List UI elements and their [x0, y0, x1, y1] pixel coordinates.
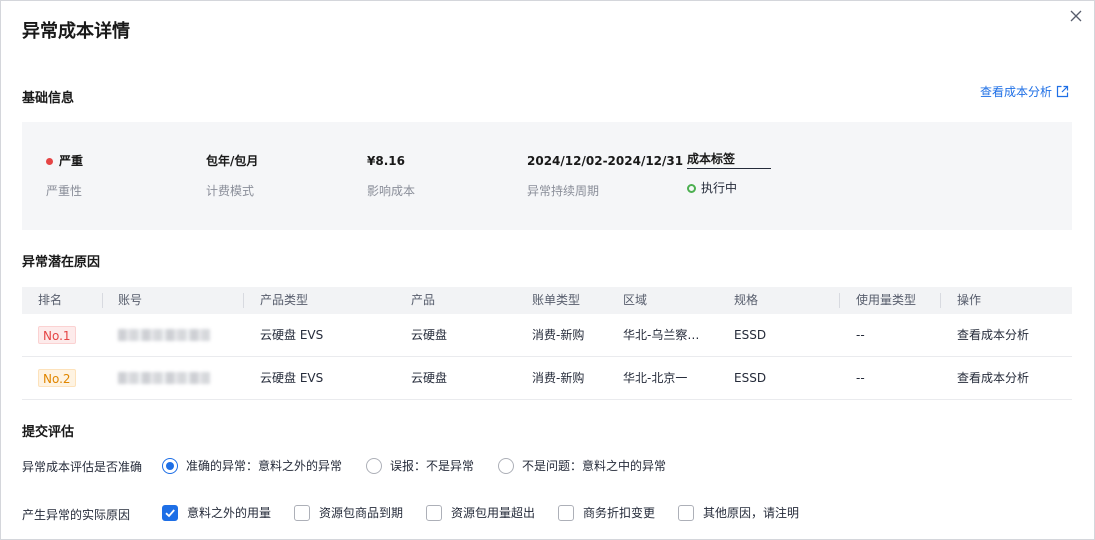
- cost-tag-status: 执行中: [701, 181, 738, 195]
- billing-mode-label: 计费模式: [206, 184, 255, 198]
- impact-cost-value: ¥8.16: [367, 154, 405, 168]
- reason-option-unexpected-usage[interactable]: 意料之外的用量: [162, 504, 271, 521]
- reason-option-label: 商务折扣变更: [583, 506, 656, 520]
- spec-cell: ESSD: [734, 371, 767, 385]
- radio-icon[interactable]: [162, 457, 178, 474]
- reason-option-discount-change[interactable]: 商务折扣变更: [558, 504, 655, 521]
- usage-type-cell: --: [856, 328, 865, 342]
- bill-type-cell: 消费-新购: [532, 328, 585, 342]
- cost-anomaly-dialog: 异常成本详情 基础信息 查看成本分析 严重 严重性 包年/包月 计费模式 ¥8.…: [0, 0, 1095, 540]
- period-value: 2024/12/02-2024/12/31: [527, 154, 684, 168]
- header-account: 账号: [118, 293, 143, 307]
- region-cell: 华北-乌兰察…: [623, 328, 700, 342]
- impact-cost-field: ¥8.16 影响成本: [367, 153, 415, 199]
- reason-label: 产生异常的实际原因: [22, 508, 131, 522]
- submit-evaluation-title: 提交评估: [22, 425, 75, 440]
- cost-tag-field: 成本标签 执行中: [687, 152, 771, 196]
- dialog-title: 异常成本详情: [22, 21, 130, 42]
- header-usage-type: 使用量类型: [856, 293, 917, 307]
- header-product: 产品: [411, 293, 436, 307]
- status-ring-icon: [687, 183, 696, 193]
- radio-icon[interactable]: [366, 457, 382, 474]
- header-rank: 排名: [38, 293, 63, 307]
- header-spec: 规格: [734, 293, 759, 307]
- table-row: No.1 云硬盘 EVS 云硬盘 消费-新购 华北-乌兰察… ESSD -- 查…: [22, 314, 1072, 357]
- checkbox-icon[interactable]: [294, 504, 310, 521]
- close-icon[interactable]: [1067, 7, 1085, 25]
- potential-causes-title: 异常潜在原因: [22, 255, 101, 270]
- region-cell: 华北-北京一: [623, 371, 688, 385]
- product-cell: 云硬盘: [411, 328, 448, 342]
- basic-info-panel: 严重 严重性 包年/包月 计费模式 ¥8.16 影响成本 2024/12/02-…: [22, 122, 1072, 230]
- reason-option-other[interactable]: 其他原因，请注明: [678, 504, 799, 521]
- accuracy-option-label: 不是问题：意料之中的异常: [522, 459, 667, 473]
- basic-info-title: 基础信息: [22, 91, 75, 106]
- reason-option-label: 意料之外的用量: [187, 506, 272, 520]
- checkbox-icon[interactable]: [678, 504, 694, 521]
- account-redacted: [118, 372, 210, 384]
- reason-option-label: 资源包商品到期: [319, 506, 404, 520]
- reason-option-label: 资源包用量超出: [451, 506, 536, 520]
- accuracy-option-label: 误报：不是异常: [390, 459, 475, 473]
- severity-value: 严重: [59, 154, 84, 168]
- account-redacted: [118, 329, 210, 341]
- view-cost-analysis-label: 查看成本分析: [980, 85, 1053, 99]
- header-bill-type: 账单类型: [532, 293, 581, 307]
- severity-label: 严重性: [46, 184, 83, 198]
- billing-mode-value: 包年/包月: [206, 154, 259, 168]
- header-product-type: 产品类型: [260, 293, 309, 307]
- accuracy-option-expected[interactable]: 不是问题：意料之中的异常: [498, 457, 666, 474]
- severity-dot-icon: [46, 157, 53, 165]
- header-region: 区域: [623, 293, 648, 307]
- table-row: No.2 云硬盘 EVS 云硬盘 消费-新购 华北-北京一 ESSD -- 查看…: [22, 357, 1072, 400]
- checkbox-icon[interactable]: [162, 504, 178, 521]
- usage-type-cell: --: [856, 371, 865, 385]
- reason-option-label: 其他原因，请注明: [703, 506, 800, 520]
- severity-field: 严重 严重性: [46, 153, 83, 199]
- row-view-analysis-link[interactable]: 查看成本分析: [957, 314, 1029, 357]
- product-cell: 云硬盘: [411, 371, 448, 385]
- checkmark-icon: [165, 508, 175, 517]
- accuracy-label: 异常成本评估是否准确: [22, 460, 143, 474]
- radio-icon[interactable]: [498, 457, 514, 474]
- accuracy-option-label: 准确的异常：意料之外的异常: [186, 459, 343, 473]
- cost-tag-value[interactable]: 成本标签: [687, 152, 771, 169]
- header-action: 操作: [957, 293, 982, 307]
- period-label: 异常持续周期: [527, 184, 600, 198]
- spec-cell: ESSD: [734, 328, 767, 342]
- rank-badge: No.1: [38, 326, 76, 344]
- reason-option-package-exceeded[interactable]: 资源包用量超出: [426, 504, 535, 521]
- causes-table: 排名 账号 产品类型 产品 账单类型 区域 规格 使用量类型 操作 No.1 云…: [22, 287, 1072, 400]
- product-type-cell: 云硬盘 EVS: [260, 328, 324, 342]
- product-type-cell: 云硬盘 EVS: [260, 371, 324, 385]
- period-field: 2024/12/02-2024/12/31 异常持续周期: [527, 153, 683, 199]
- table-header: 排名 账号 产品类型 产品 账单类型 区域 规格 使用量类型 操作: [22, 287, 1072, 314]
- reason-option-package-expired[interactable]: 资源包商品到期: [294, 504, 403, 521]
- checkbox-icon[interactable]: [558, 504, 574, 521]
- accuracy-option-false-alarm[interactable]: 误报：不是异常: [366, 457, 474, 474]
- checkbox-icon[interactable]: [426, 504, 442, 521]
- bill-type-cell: 消费-新购: [532, 371, 585, 385]
- billing-mode-field: 包年/包月 计费模式: [206, 153, 258, 199]
- rank-badge: No.2: [38, 369, 76, 387]
- impact-cost-label: 影响成本: [367, 184, 416, 198]
- accuracy-option-accurate[interactable]: 准确的异常：意料之外的异常: [162, 457, 342, 474]
- view-cost-analysis-link[interactable]: 查看成本分析: [980, 83, 1069, 100]
- row-view-analysis-link[interactable]: 查看成本分析: [957, 357, 1029, 400]
- external-link-icon: [1056, 85, 1069, 98]
